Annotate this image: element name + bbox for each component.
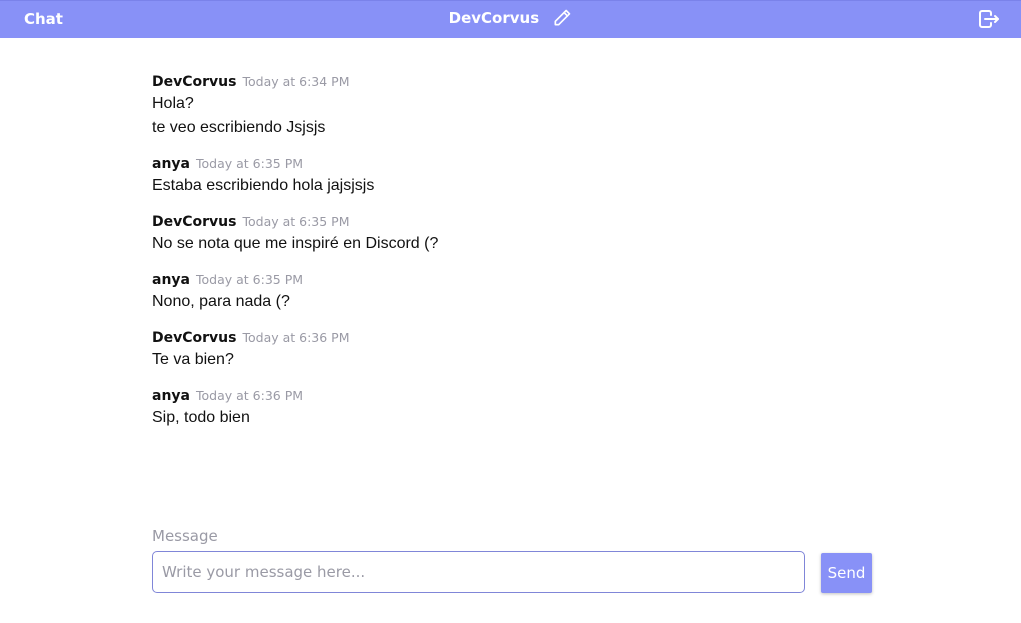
message-header: anya Today at 6:36 PM [152, 386, 872, 406]
message-group: anya Today at 6:35 PM Estaba escribiendo … [152, 154, 872, 198]
message-author[interactable]: anya [152, 156, 190, 172]
message-group: DevCorvus Today at 6:34 PM Hola? te veo e… [152, 72, 872, 140]
message-text: Estaba escribiendo hola jajsjsjs [152, 177, 375, 194]
message-author[interactable]: DevCorvus [152, 74, 236, 90]
message-group: DevCorvus Today at 6:35 PM No se nota que… [152, 212, 872, 256]
message-timestamp: Today at 6:35 PM [196, 156, 304, 171]
room-title-group: DevCorvus [0, 8, 1021, 28]
message-timestamp: Today at 6:36 PM [242, 330, 350, 345]
message-author[interactable]: anya [152, 388, 190, 404]
pencil-icon[interactable] [552, 8, 572, 28]
message-text: Sip, todo bien [152, 409, 250, 426]
message-timestamp: Today at 6:35 PM [196, 272, 304, 287]
message-field-label: Message [152, 527, 218, 545]
message-header: anya Today at 6:35 PM [152, 154, 872, 174]
message-text: Nono, para nada (? [152, 293, 290, 310]
message-list: DevCorvus Today at 6:34 PM Hola? te veo e… [152, 72, 872, 444]
top-bar: Chat DevCorvus [0, 0, 1021, 38]
message-text: No se nota que me inspiré en Discord (? [152, 235, 439, 252]
message-group: anya Today at 6:36 PM Sip, todo bien [152, 386, 872, 430]
message-header: DevCorvus Today at 6:35 PM [152, 212, 872, 232]
message-text: Hola? [152, 95, 194, 112]
message-timestamp: Today at 6:35 PM [242, 214, 350, 229]
message-text: Te va bien? [152, 351, 234, 368]
room-name: DevCorvus [448, 9, 540, 27]
message-timestamp: Today at 6:34 PM [242, 74, 350, 89]
message-timestamp: Today at 6:36 PM [196, 388, 304, 403]
send-button[interactable]: Send [821, 553, 872, 593]
message-author[interactable]: DevCorvus [152, 330, 236, 346]
message-group: anya Today at 6:35 PM Nono, para nada (? [152, 270, 872, 314]
message-group: DevCorvus Today at 6:36 PM Te va bien? [152, 328, 872, 372]
logout-icon[interactable] [977, 7, 1001, 31]
message-author[interactable]: DevCorvus [152, 214, 236, 230]
message-author[interactable]: anya [152, 272, 190, 288]
message-text: te veo escribiendo Jsjsjs [152, 119, 326, 136]
message-header: anya Today at 6:35 PM [152, 270, 872, 290]
message-input[interactable] [152, 551, 805, 593]
message-header: DevCorvus Today at 6:34 PM [152, 72, 872, 92]
message-header: DevCorvus Today at 6:36 PM [152, 328, 872, 348]
